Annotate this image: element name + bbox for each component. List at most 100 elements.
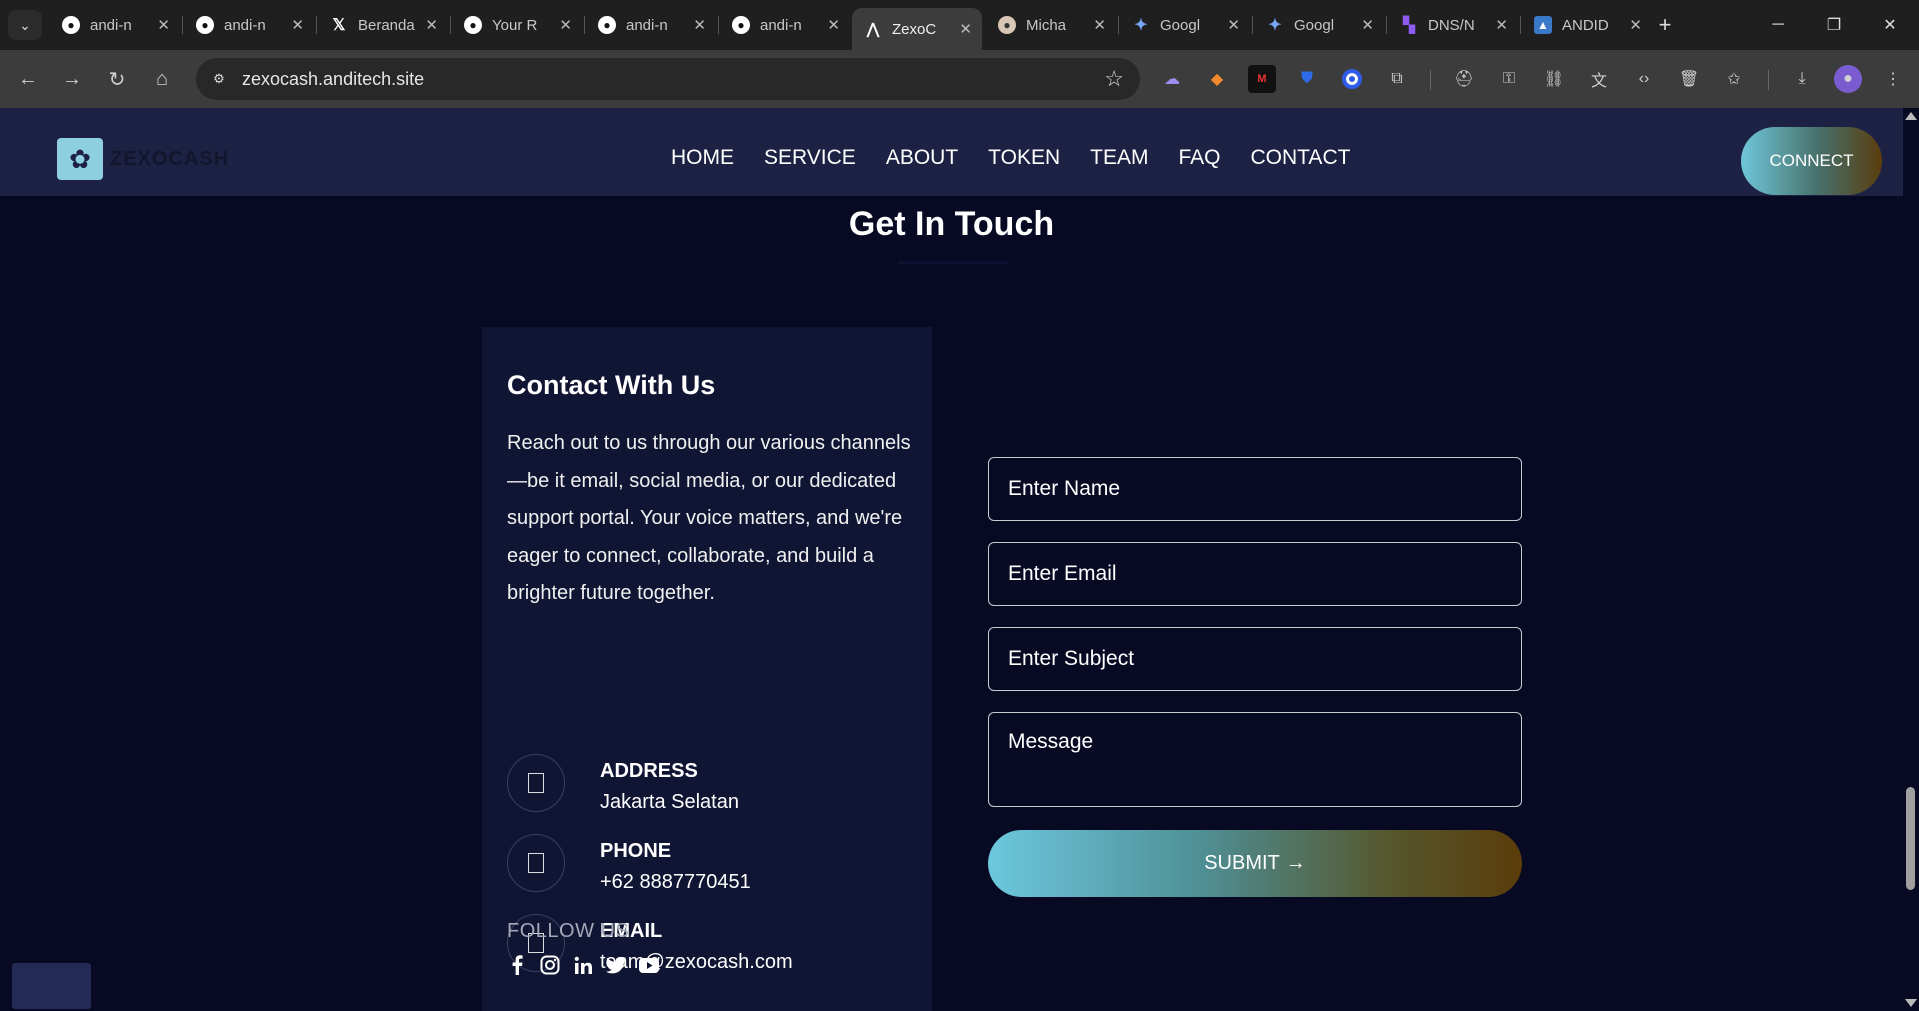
- browser-toolbar: ← → ↻ ⌂ ⚙ zexocash.anditech.site ☆ ☁ ◆ M…: [0, 50, 1919, 108]
- name-input[interactable]: [988, 457, 1522, 521]
- github-icon: ●: [732, 16, 750, 34]
- incognito-icon[interactable]: ⛑: [1450, 65, 1478, 93]
- tab-search-button[interactable]: ⌄: [8, 10, 42, 40]
- close-tab-icon[interactable]: ✕: [291, 16, 304, 34]
- nav-faq[interactable]: FAQ: [1178, 146, 1220, 170]
- link-icon[interactable]: ⛓: [1540, 65, 1568, 93]
- key-icon[interactable]: ⚿: [1495, 65, 1523, 93]
- x-icon: 𝕏: [332, 17, 346, 34]
- new-tab-button[interactable]: +: [1650, 10, 1680, 40]
- toolbar-divider: [1430, 70, 1431, 90]
- tab-divider: [1386, 16, 1387, 34]
- extension-m-icon[interactable]: M: [1248, 65, 1276, 93]
- browser-tab-active[interactable]: ⋀ ZexoC ✕: [852, 8, 982, 50]
- address-bar[interactable]: ⚙ zexocash.anditech.site ☆: [196, 58, 1140, 100]
- contact-card: Contact With Us Reach out to us through …: [482, 327, 932, 1011]
- close-tab-icon[interactable]: ✕: [1361, 16, 1374, 34]
- translate-icon[interactable]: 文: [1585, 65, 1613, 93]
- tab-title: Googl: [1294, 16, 1335, 34]
- facebook-icon[interactable]: [507, 955, 527, 975]
- close-tab-icon[interactable]: ✕: [1227, 16, 1240, 34]
- gemini-icon: ✦: [1268, 17, 1282, 34]
- github-icon: ●: [62, 16, 80, 34]
- logo-icon[interactable]: ✿: [57, 138, 103, 180]
- extensions-puzzle-icon[interactable]: ⧉: [1383, 65, 1411, 93]
- browser-tab[interactable]: ● Micha ✕: [986, 8, 1116, 42]
- close-tab-icon[interactable]: ✕: [559, 16, 572, 34]
- linkedin-icon[interactable]: [573, 955, 593, 975]
- logo-text[interactable]: ZEXOCASH: [110, 148, 229, 171]
- tab-title: Beranda: [358, 16, 415, 34]
- nav-home[interactable]: HOME: [671, 146, 734, 170]
- extension-cloud-icon[interactable]: ☁: [1158, 65, 1186, 93]
- close-tab-icon[interactable]: ✕: [827, 16, 840, 34]
- close-tab-icon[interactable]: ✕: [959, 20, 972, 38]
- browser-tab[interactable]: ● Your R ✕: [452, 8, 582, 42]
- scrollbar-thumb[interactable]: [1906, 787, 1915, 890]
- close-tab-icon[interactable]: ✕: [1629, 16, 1642, 34]
- favorites-star-icon[interactable]: ✩: [1720, 65, 1748, 93]
- home-button[interactable]: ⌂: [146, 63, 178, 95]
- tab-divider: [1520, 16, 1521, 34]
- menu-kebab-icon[interactable]: ⋮: [1879, 65, 1907, 93]
- close-window-button[interactable]: ✕: [1870, 10, 1910, 40]
- close-tab-icon[interactable]: ✕: [1495, 16, 1508, 34]
- reload-button[interactable]: ↻: [101, 63, 133, 95]
- browser-tab[interactable]: ● andi-n ✕: [184, 8, 314, 42]
- tab-title: Your R: [492, 16, 538, 34]
- twitter-icon[interactable]: [606, 955, 626, 975]
- subject-input[interactable]: [988, 627, 1522, 691]
- tab-divider: [718, 16, 719, 34]
- profile-avatar[interactable]: ●: [1834, 65, 1862, 93]
- browser-tab[interactable]: ● andi-n ✕: [50, 8, 180, 42]
- extension-circle-icon[interactable]: [1338, 65, 1366, 93]
- forward-button[interactable]: →: [56, 63, 88, 95]
- browser-tab[interactable]: 𝕏 Beranda ✕: [318, 8, 448, 42]
- scroll-down-arrow-icon[interactable]: [1905, 999, 1917, 1007]
- browser-tab[interactable]: ● andi-n ✕: [586, 8, 716, 42]
- nav-about[interactable]: ABOUT: [886, 146, 958, 170]
- nav-token[interactable]: TOKEN: [988, 146, 1060, 170]
- close-tab-icon[interactable]: ✕: [425, 16, 438, 34]
- scroll-up-arrow-icon[interactable]: [1905, 112, 1917, 120]
- address-label: ADDRESS: [600, 760, 698, 782]
- tab-title: andi-n: [224, 16, 266, 34]
- nav-team[interactable]: TEAM: [1090, 146, 1148, 170]
- message-textarea[interactable]: [988, 712, 1522, 807]
- back-button[interactable]: ←: [12, 63, 44, 95]
- download-icon[interactable]: ⤓: [1788, 65, 1816, 93]
- browser-tab[interactable]: ▲ ANDID ✕: [1522, 8, 1652, 42]
- restore-button[interactable]: ❐: [1814, 10, 1854, 40]
- card-description: Reach out to us through our various chan…: [507, 432, 911, 604]
- close-tab-icon[interactable]: ✕: [157, 16, 170, 34]
- browser-tab[interactable]: ▚ DNS/N ✕: [1388, 8, 1518, 42]
- youtube-icon[interactable]: [639, 955, 659, 975]
- browser-tab[interactable]: ● andi-n ✕: [720, 8, 850, 42]
- code-icon[interactable]: ‹›: [1630, 65, 1658, 93]
- phone-value: +62 8887770451: [600, 871, 751, 893]
- follow-us-label: FOLLOW US: [507, 920, 630, 942]
- toolbar-divider: [1768, 70, 1769, 90]
- site-info-icon[interactable]: ⚙: [206, 66, 232, 92]
- section-title: Get In Touch: [848, 205, 1055, 243]
- email-input[interactable]: [988, 542, 1522, 606]
- nav-service[interactable]: SERVICE: [764, 146, 856, 170]
- connect-button[interactable]: CONNECT: [1741, 127, 1882, 195]
- tab-title: andi-n: [626, 16, 668, 34]
- tab-divider: [1118, 16, 1119, 34]
- browser-tab[interactable]: ✦ Googl ✕: [1254, 8, 1384, 42]
- trash-icon[interactable]: 🗑: [1675, 65, 1703, 93]
- minimize-button[interactable]: ─: [1758, 10, 1798, 40]
- submit-button[interactable]: SUBMIT →: [988, 830, 1522, 897]
- nav-contact[interactable]: CONTACT: [1251, 146, 1351, 170]
- metamask-icon[interactable]: ◆: [1203, 65, 1231, 93]
- browser-tab[interactable]: ✦ Googl ✕: [1120, 8, 1250, 42]
- gemini-icon: ✦: [1134, 17, 1148, 34]
- instagram-icon[interactable]: [540, 955, 560, 975]
- corner-widget-badge[interactable]: [12, 963, 91, 1009]
- shield-icon[interactable]: ⛊: [1293, 65, 1321, 93]
- bookmark-star-icon[interactable]: ☆: [1104, 66, 1124, 92]
- url-text[interactable]: zexocash.anditech.site: [242, 69, 424, 90]
- close-tab-icon[interactable]: ✕: [1093, 16, 1106, 34]
- close-tab-icon[interactable]: ✕: [693, 16, 706, 34]
